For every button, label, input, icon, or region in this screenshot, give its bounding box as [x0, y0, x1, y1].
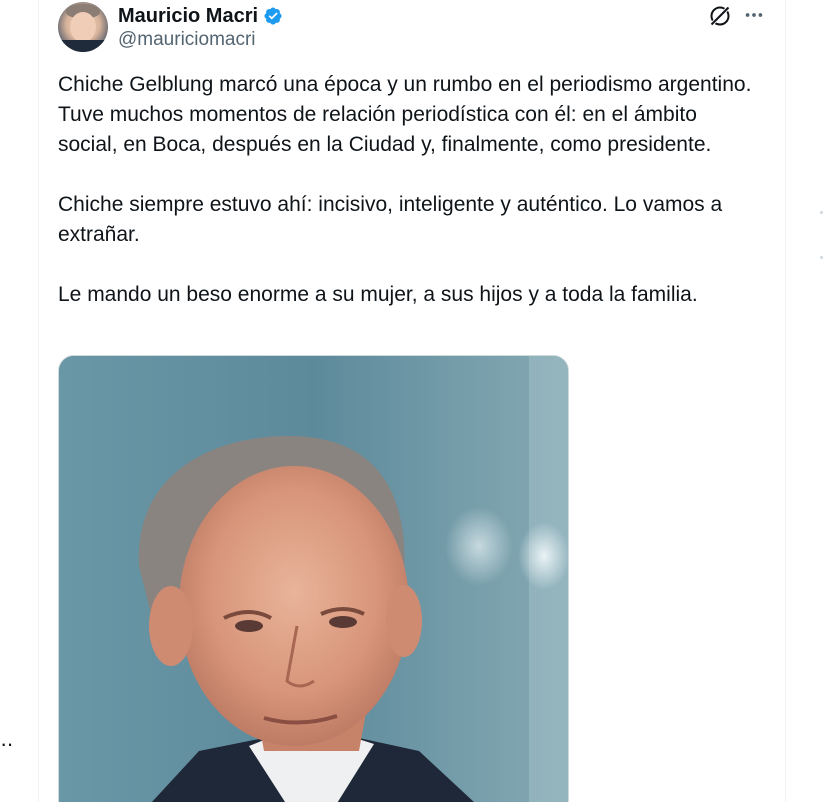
grok-icon[interactable] [708, 4, 732, 28]
avatar-shirt [58, 40, 108, 52]
portrait-image [59, 356, 568, 802]
tweet-text: Chiche Gelblung marcó una época y un rum… [58, 70, 758, 340]
page: ·· Mauricio Macri @mauriciomacri Chiche … [0, 0, 827, 802]
tweet-paragraph: Chiche siempre estuvo ahí: incisivo, int… [58, 193, 723, 246]
tweet-paragraph: Chiche Gelblung marcó una época y un rum… [58, 73, 752, 156]
author-display-name[interactable]: Mauricio Macri [118, 5, 258, 28]
tweet-paragraph: Le mando un beso enorme a su mujer, a su… [58, 283, 698, 306]
more-options-icon[interactable] [743, 4, 765, 26]
tweet-photo[interactable] [58, 355, 569, 802]
author-name-row[interactable]: Mauricio Macri [118, 4, 283, 28]
left-overflow-text: ·· [0, 731, 14, 756]
author-handle[interactable]: @mauriciomacri [118, 29, 256, 51]
avatar[interactable] [58, 2, 108, 52]
right-edge-dot [820, 211, 823, 214]
avatar-face [70, 12, 96, 42]
verified-badge-icon [264, 7, 282, 25]
right-edge-dot [820, 256, 823, 259]
